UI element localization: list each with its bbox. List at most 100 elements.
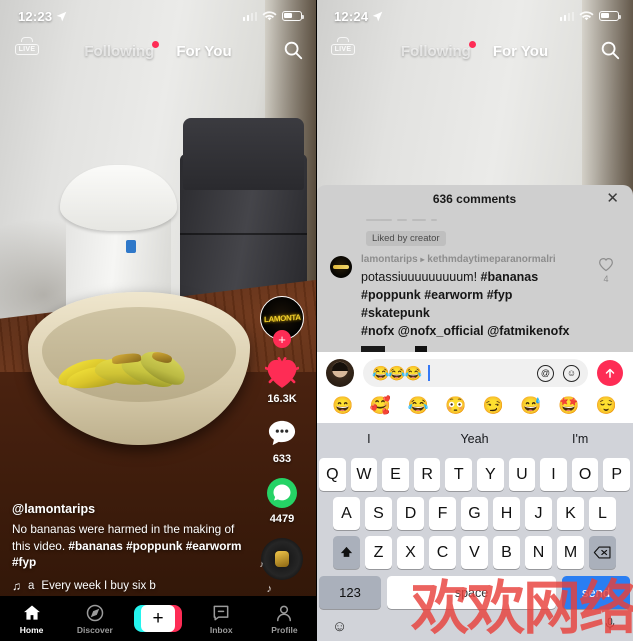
compass-icon: [86, 604, 104, 621]
wifi-icon: [579, 11, 594, 21]
key-e[interactable]: E: [382, 458, 409, 491]
key-send[interactable]: send: [562, 576, 630, 609]
comments-list[interactable]: Liked by creator lamontarips ▸ kethmdayt…: [316, 213, 633, 352]
home-icon: [23, 605, 40, 620]
key-x[interactable]: X: [397, 536, 424, 569]
keyboard-row-3: Z X C V B N M: [316, 533, 633, 572]
emoji-7[interactable]: 😌: [596, 396, 617, 416]
key-b[interactable]: B: [493, 536, 520, 569]
search-button[interactable]: [282, 39, 304, 61]
send-button[interactable]: [597, 360, 623, 386]
text-cursor: [428, 365, 430, 381]
key-w[interactable]: W: [350, 458, 378, 491]
key-space[interactable]: space: [387, 576, 556, 609]
emoji-4[interactable]: 😏: [483, 396, 504, 416]
comment-like-group[interactable]: 4: [593, 254, 619, 352]
comment-tags-line2[interactable]: #poppunk #earworm #fyp #skatepunk: [361, 288, 512, 320]
key-j[interactable]: J: [525, 497, 552, 530]
comment-username-line: lamontarips ▸ kethmdaytimeparanormalri: [361, 254, 584, 265]
key-n[interactable]: N: [525, 536, 552, 569]
tab-inbox[interactable]: Inbox: [190, 603, 253, 635]
key-l[interactable]: L: [589, 497, 616, 530]
key-d[interactable]: D: [397, 497, 424, 530]
comment-count: 633: [272, 453, 292, 465]
key-y[interactable]: Y: [477, 458, 504, 491]
floating-note-icon-1: ♪: [259, 559, 265, 569]
emoji-keyboard-icon[interactable]: ☺: [332, 618, 347, 635]
emoji-face-icon[interactable]: ☺: [563, 364, 580, 382]
like-action[interactable]: 16.3K: [262, 354, 302, 405]
key-i[interactable]: I: [540, 458, 567, 491]
key-q[interactable]: Q: [319, 458, 346, 491]
music-disc-icon[interactable]: [261, 538, 303, 580]
tab-profile[interactable]: Profile: [253, 603, 316, 635]
key-h[interactable]: H: [493, 497, 520, 530]
comment-reply-to[interactable]: kethmdaytimeparanormalri: [427, 254, 555, 265]
follow-button[interactable]: +: [273, 330, 291, 348]
tab-discover[interactable]: Discover: [63, 603, 126, 635]
comments-header: 636 comments ✕: [316, 185, 633, 213]
key-t[interactable]: T: [445, 458, 472, 491]
comment-row[interactable]: lamontarips ▸ kethmdaytimeparanormalri p…: [330, 254, 619, 352]
key-numbers[interactable]: 123: [319, 576, 381, 609]
tab-create[interactable]: +: [126, 605, 189, 632]
key-s[interactable]: S: [365, 497, 392, 530]
status-time: 12:24: [334, 8, 369, 24]
status-time-group: 12:23: [18, 9, 67, 24]
key-f[interactable]: F: [429, 497, 456, 530]
key-u[interactable]: U: [508, 458, 536, 491]
prediction-0[interactable]: I: [316, 432, 422, 446]
comment-input[interactable]: 😂😂😂 @ ☺: [363, 359, 588, 387]
key-z[interactable]: Z: [365, 536, 392, 569]
key-k[interactable]: K: [557, 497, 584, 530]
comment-action[interactable]: 633: [262, 414, 302, 465]
microphone-icon[interactable]: [603, 616, 617, 636]
emoji-2[interactable]: 😂: [407, 396, 428, 416]
key-g[interactable]: G: [461, 497, 488, 530]
tab-home[interactable]: Home: [0, 603, 63, 635]
prediction-1[interactable]: Yeah: [422, 432, 528, 446]
comment-username[interactable]: lamontarips: [361, 254, 418, 265]
tab-following[interactable]: Following: [401, 40, 476, 60]
avatar[interactable]: [330, 256, 352, 278]
live-badge[interactable]: LIVE: [330, 37, 356, 61]
search-button[interactable]: [599, 39, 621, 61]
creator-avatar-wrap[interactable]: LAMONTA +: [260, 296, 304, 348]
input-icons: @ ☺: [537, 364, 580, 382]
tab-for-you[interactable]: For You: [493, 43, 548, 60]
tab-home-label: Home: [19, 624, 44, 635]
at-mention-icon[interactable]: @: [537, 364, 554, 382]
emoji-1[interactable]: 🥰: [370, 396, 391, 416]
live-badge[interactable]: LIVE: [14, 37, 40, 61]
key-c[interactable]: C: [429, 536, 456, 569]
emoji-0[interactable]: 😄: [332, 396, 353, 416]
prediction-2[interactable]: I'm: [527, 432, 633, 446]
emoji-6[interactable]: 🤩: [558, 396, 579, 416]
caption-username[interactable]: @lamontarips: [12, 502, 248, 516]
emoji-5[interactable]: 😅: [520, 396, 541, 416]
key-p[interactable]: P: [603, 458, 630, 491]
key-m[interactable]: M: [557, 536, 584, 569]
key-o[interactable]: O: [571, 458, 599, 491]
key-a[interactable]: A: [333, 497, 360, 530]
music-ticker[interactable]: ♫ a Every week I buy six b: [12, 579, 248, 593]
emoji-3[interactable]: 😳: [445, 396, 466, 416]
key-r[interactable]: R: [413, 458, 441, 491]
keyboard: I Yeah I'm Q W E R T Y U I O P A S D F G…: [316, 423, 633, 641]
music-title: Every week I buy six b: [41, 580, 156, 592]
shift-arrow-up-icon[interactable]: [333, 536, 360, 569]
keyboard-row-1: Q W E R T Y U I O P: [316, 455, 633, 494]
key-v[interactable]: V: [461, 536, 488, 569]
share-action[interactable]: 4479: [262, 474, 302, 525]
tab-for-you[interactable]: For You: [176, 43, 231, 60]
user-avatar[interactable]: [326, 359, 354, 387]
comment-tags-line3[interactable]: #nofx @nofx_official @fatmikenofx: [361, 324, 569, 338]
floating-note-icon-2: ♪: [266, 583, 273, 595]
tab-following[interactable]: Following: [84, 40, 160, 60]
backspace-delete-icon[interactable]: [589, 536, 616, 569]
close-x-icon[interactable]: ✕: [606, 191, 619, 206]
comment-tag-bananas[interactable]: #bananas: [481, 270, 539, 284]
status-bar: 12:24: [316, 0, 633, 28]
search-icon: [601, 41, 620, 60]
comment-body: lamontarips ▸ kethmdaytimeparanormalri p…: [361, 254, 584, 352]
